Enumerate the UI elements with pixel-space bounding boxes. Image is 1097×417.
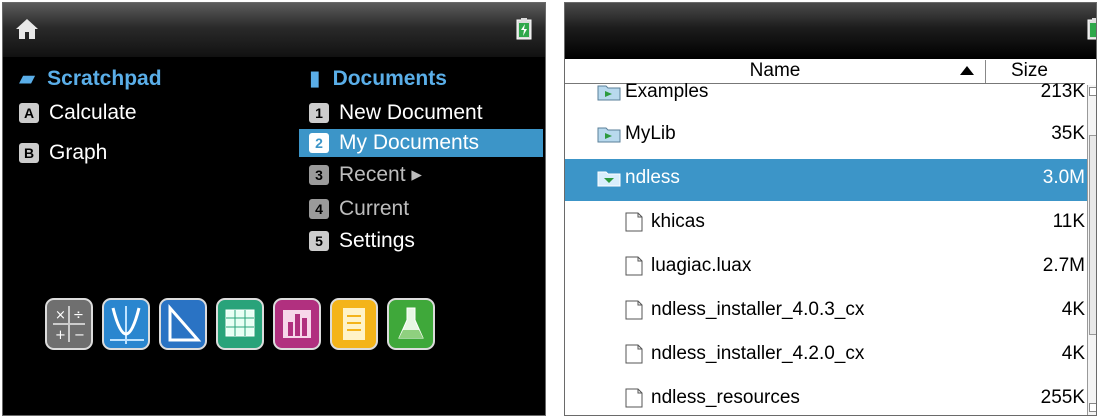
svg-text:+: +	[55, 328, 66, 343]
folder-open-icon	[597, 171, 621, 187]
file-name: MyLib	[625, 123, 676, 144]
menu-item-label: Current	[339, 197, 410, 220]
home-top-bar	[3, 3, 545, 57]
menu-item-my-documents[interactable]: 2 My Documents	[299, 129, 543, 157]
folder-icon	[597, 127, 621, 143]
scroll-up-arrow-icon[interactable]	[1089, 87, 1096, 96]
menu-item-label: Graph	[49, 141, 108, 164]
file-row-khicas[interactable]: khicas 11K	[565, 203, 1087, 245]
file-size: 255K	[1040, 387, 1085, 408]
scratchpad-heading: ▰ Scratchpad	[19, 67, 162, 90]
file-row-ndless[interactable]: ndless 3.0M	[565, 159, 1087, 201]
file-name: Examples	[625, 81, 709, 102]
key-badge: 5	[309, 231, 329, 251]
document-icon	[625, 300, 643, 320]
file-name: khicas	[651, 211, 705, 232]
file-name: ndless	[625, 167, 680, 188]
key-badge: A	[19, 103, 39, 123]
data-statistics-app-icon[interactable]	[273, 298, 321, 350]
svg-text:−: −	[74, 328, 85, 343]
notes-app-icon[interactable]	[330, 298, 378, 350]
file-row-ndless-installer-420[interactable]: ndless_installer_4.2.0_cx 4K	[565, 335, 1087, 377]
file-size: 11K	[1052, 211, 1085, 232]
menu-item-current[interactable]: 4 Current	[299, 195, 409, 223]
vertical-scrollbar[interactable]	[1087, 85, 1096, 415]
menu-item-graph[interactable]: B Graph	[19, 139, 107, 167]
documents-icon: ▮	[309, 67, 321, 90]
menu-item-settings[interactable]: 5 Settings	[299, 227, 415, 255]
key-badge: 1	[309, 103, 329, 123]
folder-icon	[597, 85, 621, 101]
file-name: ndless_installer_4.2.0_cx	[651, 343, 865, 364]
document-icon	[625, 388, 643, 408]
file-name: ndless_installer_4.0.3_cx	[651, 299, 865, 320]
menu-item-calculate[interactable]: A Calculate	[19, 99, 137, 127]
lists-spreadsheet-app-icon[interactable]	[216, 298, 264, 350]
menu-item-label: Settings	[339, 229, 415, 252]
file-row-ndless-resources[interactable]: ndless_resources 255K	[565, 379, 1087, 415]
calculator-app-icon[interactable]: × ÷ + −	[45, 298, 93, 350]
app-icon-row: × ÷ + −	[45, 298, 435, 350]
geometry-app-icon[interactable]	[159, 298, 207, 350]
menu-item-label: New Document	[339, 101, 483, 124]
documents-heading: ▮ Documents	[309, 67, 447, 90]
document-icon	[625, 212, 643, 232]
my-documents-screen: Name Size Examples 213K MyLib 35K ndless…	[564, 2, 1097, 416]
menu-item-label: Calculate	[49, 101, 137, 124]
file-size: 2.7M	[1042, 255, 1085, 276]
key-badge: 3	[309, 165, 329, 185]
svg-text:×: ×	[55, 308, 66, 323]
file-size: 4K	[1061, 343, 1085, 364]
file-row-mylib[interactable]: MyLib 35K	[565, 115, 1087, 157]
file-size: 213K	[1040, 81, 1085, 102]
documents-top-bar	[565, 3, 1096, 59]
document-icon	[625, 256, 643, 276]
battery-icon	[1087, 18, 1096, 40]
battery-icon	[516, 18, 532, 40]
svg-text:÷: ÷	[73, 308, 84, 323]
graphs-app-icon[interactable]	[102, 298, 150, 350]
vernier-dataquest-app-icon[interactable]	[387, 298, 435, 350]
file-size: 4K	[1061, 299, 1085, 320]
scroll-thumb[interactable]	[1089, 135, 1096, 335]
file-name: luagiac.luax	[651, 255, 752, 276]
scratchpad-icon: ▰	[19, 67, 36, 90]
file-row-ndless-installer-403[interactable]: ndless_installer_4.0.3_cx 4K	[565, 291, 1087, 333]
menu-item-label: Recent ▸	[339, 163, 422, 186]
menu-item-label: My Documents	[339, 131, 480, 154]
menu-item-new-document[interactable]: 1 New Document	[299, 99, 489, 127]
file-size: 35K	[1051, 123, 1085, 144]
key-badge: 2	[309, 133, 329, 153]
document-icon	[625, 344, 643, 364]
menu-item-recent[interactable]: 3 Recent ▸	[299, 161, 422, 189]
file-row-examples[interactable]: Examples 213K	[565, 73, 1087, 115]
home-screen: ▰ Scratchpad A Calculate B Graph ▮ Documen…	[2, 2, 546, 416]
key-badge: B	[19, 143, 39, 163]
file-size: 3.0M	[1042, 167, 1085, 188]
file-row-luagiac[interactable]: luagiac.luax 2.7M	[565, 247, 1087, 289]
file-name: ndless_resources	[651, 387, 800, 408]
home-icon[interactable]	[15, 17, 39, 41]
scroll-down-arrow-icon[interactable]	[1089, 403, 1096, 412]
key-badge: 4	[309, 199, 329, 219]
